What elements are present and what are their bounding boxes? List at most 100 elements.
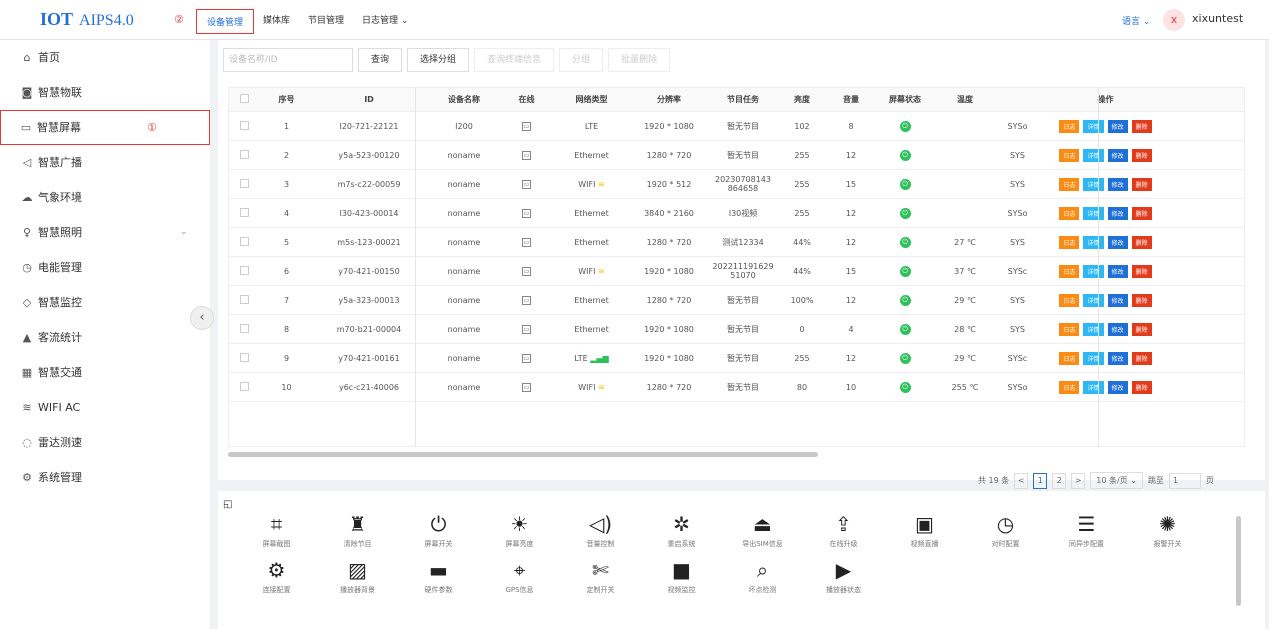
tool-online-upgrade-button[interactable]: ⇪ 在线升级 xyxy=(803,511,884,549)
details-button[interactable]: 详情 xyxy=(1083,293,1104,307)
delete-button[interactable]: 删除 xyxy=(1131,148,1152,162)
edit-button[interactable]: 修改 xyxy=(1107,380,1128,394)
tool-export-sim-button[interactable]: ⏏ 导出SIM信息 xyxy=(722,511,803,549)
row-checkbox[interactable] xyxy=(239,381,249,391)
details-button[interactable]: 详情 xyxy=(1083,351,1104,365)
details-button[interactable]: 详情 xyxy=(1083,148,1104,162)
batch-delete-button[interactable]: 批量删除 xyxy=(608,48,671,72)
username[interactable]: xixuntest xyxy=(1192,12,1243,25)
delete-button[interactable]: 删除 xyxy=(1131,206,1152,220)
sidebar-item-traffic-stats[interactable]: ▲ 客流统计 xyxy=(0,320,210,355)
edit-button[interactable]: 修改 xyxy=(1107,119,1128,133)
log-button[interactable]: 日志 xyxy=(1059,264,1080,278)
tool-player-background-button[interactable]: ▨ 播放器背景 xyxy=(317,557,398,595)
sidebar-item-weather[interactable]: ☁ 气象环境 xyxy=(0,180,210,215)
search-input[interactable]: 设备名称/ID xyxy=(223,48,353,72)
sidebar-collapse-button[interactable]: ‹ xyxy=(190,306,214,330)
log-button[interactable]: 日志 xyxy=(1059,177,1080,191)
edit-button[interactable]: 修改 xyxy=(1107,322,1128,336)
row-checkbox[interactable] xyxy=(239,265,249,275)
log-button[interactable]: 日志 xyxy=(1059,119,1080,133)
delete-button[interactable]: 删除 xyxy=(1131,351,1152,365)
prev-page-button[interactable]: < xyxy=(1014,472,1029,489)
terminal-info-button[interactable]: 查询终端信息 xyxy=(474,48,555,72)
log-button[interactable]: 日志 xyxy=(1059,148,1080,162)
delete-button[interactable]: 删除 xyxy=(1131,177,1152,191)
page-size-select[interactable]: 10 条/页 ⌄ xyxy=(1090,472,1143,489)
delete-button[interactable]: 删除 xyxy=(1131,119,1152,133)
tool-screenshot-button[interactable]: ⌗ 屏幕截图 xyxy=(236,511,317,549)
row-checkbox[interactable] xyxy=(239,294,249,304)
details-button[interactable]: 详情 xyxy=(1083,206,1104,220)
sidebar-item-iot[interactable]: ◙ 智慧物联 xyxy=(0,75,210,110)
sidebar-item-system[interactable]: ⚙ 系统管理 xyxy=(0,460,210,495)
tool-alarm-button[interactable]: ✺ 报警开关 xyxy=(1127,511,1208,549)
tool-clear-program-button[interactable]: ♜ 清除节目 xyxy=(317,511,398,549)
app-logo[interactable]: IOT AIPS4.0 xyxy=(40,9,134,30)
details-button[interactable]: 详情 xyxy=(1083,264,1104,278)
tool-time-config-button[interactable]: ◷ 对时配置 xyxy=(965,511,1046,549)
panel-toggle-icon[interactable]: ◱ xyxy=(223,499,232,510)
sidebar-item-smart-screen[interactable]: ▭ 智慧屏幕 ① xyxy=(0,110,210,145)
select-all-checkbox[interactable] xyxy=(239,94,249,103)
sidebar-item-wifi-ac[interactable]: ≋ WIFI AC xyxy=(0,390,210,425)
log-button[interactable]: 日志 xyxy=(1059,293,1080,307)
sidebar-item-broadcast[interactable]: ◁ 智慧广播 xyxy=(0,145,210,180)
delete-button[interactable]: 删除 xyxy=(1131,293,1152,307)
edit-button[interactable]: 修改 xyxy=(1107,148,1128,162)
next-page-button[interactable]: > xyxy=(1071,472,1086,489)
group-button[interactable]: 分组 xyxy=(559,48,604,72)
delete-button[interactable]: 删除 xyxy=(1131,235,1152,249)
sidebar-item-surveillance[interactable]: ◇ 智慧监控 xyxy=(0,285,210,320)
edit-button[interactable]: 修改 xyxy=(1107,351,1128,365)
tool-live-video-button[interactable]: ▣ 视频直播 xyxy=(884,511,965,549)
tool-custom-switch-button[interactable]: ✄ 定制开关 xyxy=(560,557,641,595)
sidebar-item-radar[interactable]: ◌ 雷达测速 xyxy=(0,425,210,460)
edit-button[interactable]: 修改 xyxy=(1107,293,1128,307)
horizontal-scrollbar[interactable] xyxy=(228,452,818,457)
vertical-scrollbar[interactable] xyxy=(1236,516,1241,606)
details-button[interactable]: 详情 xyxy=(1083,177,1104,191)
avatar[interactable]: x xyxy=(1163,9,1185,31)
tool-sync-config-button[interactable]: ☰ 同异步配置 xyxy=(1046,511,1127,549)
log-button[interactable]: 日志 xyxy=(1059,206,1080,220)
query-button[interactable]: 查询 xyxy=(358,48,403,72)
log-button[interactable]: 日志 xyxy=(1059,351,1080,365)
tool-dead-pixel-button[interactable]: ⌕ 坏点检测 xyxy=(722,557,803,595)
select-group-button[interactable]: 选择分组 xyxy=(407,48,470,72)
sidebar-item-home[interactable]: ⌂ 首页 xyxy=(0,40,210,75)
nav-log-management[interactable]: 日志管理 ⌄ xyxy=(353,9,417,34)
delete-button[interactable]: 删除 xyxy=(1131,380,1152,394)
log-button[interactable]: 日志 xyxy=(1059,322,1080,336)
tool-volume-button[interactable]: ◁) 音量控制 xyxy=(560,511,641,549)
tool-video-monitor-button[interactable]: ■ 视频监控 xyxy=(641,557,722,595)
sidebar-item-energy[interactable]: ◷ 电能管理 xyxy=(0,250,210,285)
details-button[interactable]: 详情 xyxy=(1083,322,1104,336)
edit-button[interactable]: 修改 xyxy=(1107,264,1128,278)
nav-program-management[interactable]: 节目管理 xyxy=(299,9,353,34)
tool-gps-button[interactable]: ⌖ GPS信息 xyxy=(479,557,560,595)
row-checkbox[interactable] xyxy=(239,178,249,188)
language-select[interactable]: 语言 ⌄ xyxy=(1122,14,1150,27)
delete-button[interactable]: 删除 xyxy=(1131,264,1152,278)
sidebar-item-lighting[interactable]: ♀ 智慧照明 ⌄ xyxy=(0,215,210,250)
log-button[interactable]: 日志 xyxy=(1059,235,1080,249)
tool-screen-power-button[interactable]: ⏻ 屏幕开关 xyxy=(398,511,479,549)
tool-hardware-params-button[interactable]: ▬ 硬件参数 xyxy=(398,557,479,595)
tool-connection-config-button[interactable]: ⚙ 连接配置 xyxy=(236,557,317,595)
details-button[interactable]: 详情 xyxy=(1083,119,1104,133)
sidebar-item-transport[interactable]: ▦ 智慧交通 xyxy=(0,355,210,390)
row-checkbox[interactable] xyxy=(239,207,249,217)
row-checkbox[interactable] xyxy=(239,323,249,333)
jump-page-input[interactable]: 1 xyxy=(1168,472,1201,489)
row-checkbox[interactable] xyxy=(239,236,249,246)
nav-device-management[interactable]: 设备管理 xyxy=(196,9,255,34)
tool-reboot-button[interactable]: ✲ 重启系统 xyxy=(641,511,722,549)
details-button[interactable]: 详情 xyxy=(1083,380,1104,394)
tool-brightness-button[interactable]: ☀ 屏幕亮度 xyxy=(479,511,560,549)
row-checkbox[interactable] xyxy=(239,352,249,362)
delete-button[interactable]: 删除 xyxy=(1131,322,1152,336)
edit-button[interactable]: 修改 xyxy=(1107,235,1128,249)
page-2-button[interactable]: 2 xyxy=(1052,472,1067,489)
details-button[interactable]: 详情 xyxy=(1083,235,1104,249)
